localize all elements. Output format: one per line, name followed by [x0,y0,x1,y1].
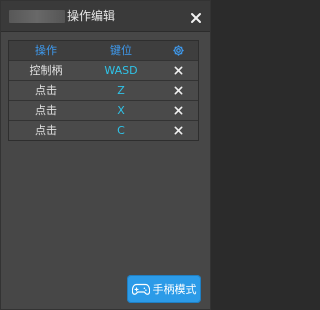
table-row: 点击 C [9,121,198,140]
settings-button[interactable] [159,41,198,60]
delete-button[interactable] [159,81,198,100]
gamepad-icon [131,283,150,295]
row-key[interactable]: C [83,121,159,140]
delete-button[interactable] [159,61,198,80]
table-header: 操作 键位 [9,41,198,61]
row-action: 控制柄 [29,64,63,77]
close-button[interactable] [190,9,202,23]
close-icon [174,66,183,75]
header-action: 操作 [35,44,57,57]
keymap-table: 操作 键位 控制柄 WASD 点击 Z 点击 X 点击 C [8,40,199,141]
delete-button[interactable] [159,121,198,140]
close-icon [174,106,183,115]
operation-edit-panel: 操作编辑 操作 键位 控制柄 WASD 点击 Z 点击 X 点击 C 手柄模式 [0,0,211,310]
row-key[interactable]: WASD [83,61,159,80]
row-key[interactable]: X [83,101,159,120]
table-row: 点击 Z [9,81,198,101]
delete-button[interactable] [159,101,198,120]
row-action: 点击 [35,124,57,137]
close-icon [174,86,183,95]
close-icon [191,13,201,23]
table-row: 点击 X [9,101,198,121]
window-title: 操作编辑 [67,9,116,23]
row-key[interactable]: Z [83,81,159,100]
gear-icon [173,45,184,56]
title-bar[interactable]: 操作编辑 [1,1,210,32]
row-action: 点击 [35,104,57,117]
blurred-title-prefix [9,10,65,23]
row-action: 点击 [35,84,57,97]
table-row: 控制柄 WASD [9,61,198,81]
gamepad-mode-button[interactable]: 手柄模式 [127,275,201,303]
gamepad-mode-label: 手柄模式 [152,283,197,296]
close-icon [174,126,183,135]
header-key: 键位 [110,44,132,57]
